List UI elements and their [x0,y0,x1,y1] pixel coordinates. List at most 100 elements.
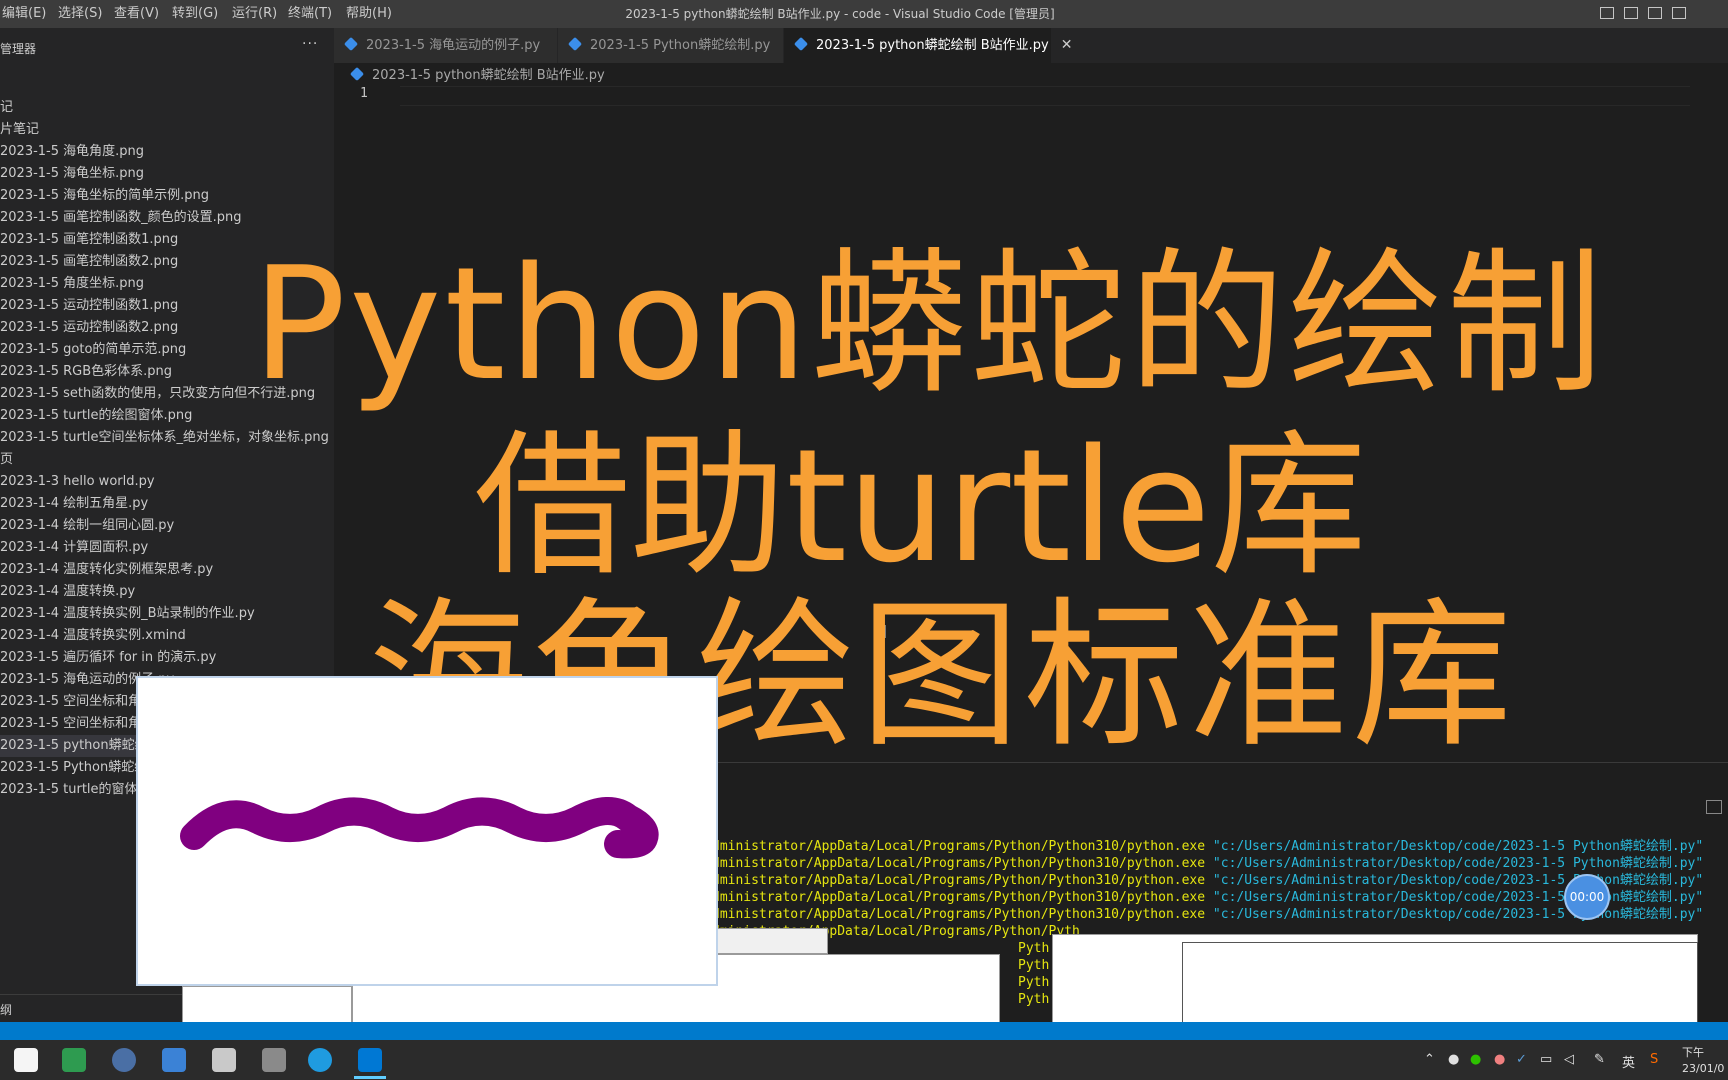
chat-app-icon[interactable] [14,1048,38,1072]
tab-python-snake[interactable]: 2023-1-5 Python蟒蛇绘制.py [558,28,784,63]
tab-python-snake-homework[interactable]: 2023-1-5 python蟒蛇绘制 B站作业.py ✕ [784,28,1072,63]
file-tree-item[interactable]: 2023-1-5 海龟角度.png [0,141,334,163]
terminal-line: dministrator/AppData/Local/Programs/Pyth… [712,906,1703,923]
tab-label: 2023-1-5 python蟒蛇绘制 B站作业.py [816,38,1049,53]
python-shell-icon[interactable] [212,1048,236,1072]
outline-section[interactable]: 纲 [0,1001,12,1018]
file-tree-item[interactable]: 2023-1-4 温度转换实例.xmind [0,625,334,647]
menu-terminal[interactable]: 终端(T) [288,0,332,28]
terminal-exe-path: Pyth [1018,941,1050,956]
recorder-timer[interactable]: 00:00 [1564,874,1610,920]
file-tree-item[interactable]: 2023-1-4 绘制一组同心圆.py [0,515,334,537]
terminal-line: dministrator/AppData/Local/Programs/Pyth… [712,889,1703,906]
edge-browser-icon[interactable] [308,1048,332,1072]
file-tree-item[interactable]: 片笔记 [0,119,334,141]
menu-goto[interactable]: 转到(G) [172,0,218,28]
file-tree-item[interactable]: 2023-1-4 绘制五角星.py [0,493,334,515]
terminal-script-arg: "c:/Users/Administrator/Desktop/code/202… [1212,839,1704,854]
terminal-exe-path: Pyth [1018,992,1050,1007]
terminal-line: Pyth [1018,974,1049,991]
sogou-ime-icon[interactable]: S [1650,1052,1658,1067]
terminal-script-arg: "c:/Users/Administrator/Desktop/code/202… [1212,907,1704,922]
breadcrumb[interactable]: 2023-1-5 python蟒蛇绘制 B站作业.py [349,65,605,87]
tab-label: 2023-1-5 Python蟒蛇绘制.py [590,38,771,53]
printer-app-icon[interactable] [262,1048,286,1072]
ime-indicator[interactable]: 英 [1622,1052,1635,1071]
python-file-icon [567,36,583,51]
tray-expand-icon[interactable]: ⌃ [1424,1052,1435,1067]
close-icon[interactable]: ✕ [1061,37,1073,53]
toggle-sidebar-icon[interactable] [1600,7,1614,19]
terminal-line: Pyth [1018,940,1049,957]
terminal-script-arg: "c:/Users/Administrator/Desktop/code/202… [1212,856,1704,871]
python-file-icon [349,66,365,81]
editor-tabs: 2023-1-5 海龟运动的例子.py 2023-1-5 Python蟒蛇绘制.… [334,28,1728,63]
file-tree-item[interactable]: 2023-1-4 温度转换实例_B站录制的作业.py [0,603,334,625]
microphone-icon[interactable]: ● [1448,1052,1459,1067]
line-number: 1 [360,86,368,101]
clock-date[interactable]: 23/01/0 [1682,1062,1724,1075]
python-snake-drawing [180,797,659,859]
file-tree-item[interactable]: 2023-1-5 海龟坐标.png [0,163,334,185]
file-tree-item[interactable]: 2023-1-4 计算圆面积.py [0,537,334,559]
check-tray-icon[interactable]: ✓ [1516,1052,1527,1067]
window-title: 2023-1-5 python蟒蛇绘制 B站作业.py - code - Vis… [625,7,1055,21]
toggle-panel-icon[interactable] [1624,7,1638,19]
menu-run[interactable]: 运行(R) [232,0,277,28]
breadcrumb-file: 2023-1-5 python蟒蛇绘制 B站作业.py [372,68,605,83]
snake-body [180,797,659,859]
file-tree-item[interactable]: 2023-1-5 海龟坐标的简单示例.png [0,185,334,207]
keyboard-app-icon[interactable] [62,1048,86,1072]
wechat-icon[interactable]: ● [1470,1052,1481,1067]
menu-edit[interactable]: 编辑(E) [2,0,46,28]
tab-turtle-motion[interactable]: 2023-1-5 海龟运动的例子.py [334,28,558,63]
tab-label: 2023-1-5 海龟运动的例子.py [366,38,541,53]
terminal-exe-path: dministrator/AppData/Local/Programs/Pyth… [712,907,1206,922]
pen-icon[interactable]: ✎ [1594,1052,1605,1067]
terminal-exe-path: Pyth [1018,958,1050,973]
notes-app-icon[interactable] [162,1048,186,1072]
active-app-indicator [354,1076,386,1079]
browser-app-icon[interactable] [112,1048,136,1072]
background-window[interactable] [712,928,828,954]
toggle-secondary-sidebar-icon[interactable] [1648,7,1662,19]
code-editor-line[interactable] [400,86,1690,106]
menu-view[interactable]: 查看(V) [114,0,159,28]
file-tree-item[interactable]: 记 [0,97,334,119]
python-file-icon [793,36,809,51]
network-icon[interactable]: ▭ [1540,1052,1552,1067]
file-tree-item[interactable]: 2023-1-5 画笔控制函数_颜色的设置.png [0,207,334,229]
app-tray-icon[interactable]: ● [1494,1052,1505,1067]
customize-layout-icon[interactable] [1672,7,1686,19]
file-tree-item[interactable]: 2023-1-5 turtle空间坐标体系_绝对坐标，对象坐标.png [0,427,334,449]
terminal-exe-path: dministrator/AppData/Local/Programs/Pyth… [712,839,1206,854]
turtle-graphics-window[interactable] [136,676,718,986]
terminal-line: Pyth [1018,991,1049,1008]
terminal-script-arg: "c:/Users/Administrator/Desktop/code/202… [1212,890,1704,905]
windows-taskbar [0,1040,1728,1080]
terminal-line: dministrator/AppData/Local/Programs/Pyth… [712,872,1703,889]
explorer-title: 管理器 [0,42,37,56]
terminal-maximize-icon[interactable] [1706,800,1722,814]
menu-selection[interactable]: 选择(S) [58,0,102,28]
clock-time[interactable]: 下午 [1682,1044,1704,1060]
menu-help[interactable]: 帮助(H) [346,0,392,28]
terminal-line: dministrator/AppData/Local/Programs/Pyth… [712,838,1703,855]
terminal-line: Pyth [1018,957,1049,974]
file-tree-item[interactable]: 2023-1-4 温度转化实例框架思考.py [0,559,334,581]
file-tree-item[interactable]: 2023-1-3 hello world.py [0,471,334,493]
overlay-title-line2: 借助turtle库 [474,415,1367,597]
terminal-script-arg: "c:/Users/Administrator/Desktop/code/202… [1212,873,1704,888]
terminal-line: dministrator/AppData/Local/Programs/Pyth… [712,855,1703,872]
terminal-exe-path: dministrator/AppData/Local/Programs/Pyth… [712,873,1206,888]
title-bar: 编辑(E) 选择(S) 查看(V) 转到(G) 运行(R) 终端(T) 帮助(H… [0,0,1728,28]
vscode-taskbar-icon[interactable] [358,1048,382,1072]
more-actions-icon[interactable]: ··· [302,36,318,52]
overlay-title-line1: Python蟒蛇的绘制 [252,233,1606,415]
terminal-exe-path: dministrator/AppData/Local/Programs/Pyth… [712,856,1206,871]
file-tree-item[interactable]: 2023-1-4 温度转换.py [0,581,334,603]
file-tree-item[interactable]: 2023-1-5 遍历循环 for in 的演示.py [0,647,334,669]
file-tree-item[interactable]: 页 [0,449,334,471]
terminal-exe-path: Pyth [1018,975,1050,990]
volume-icon[interactable]: ◁ [1564,1052,1574,1067]
